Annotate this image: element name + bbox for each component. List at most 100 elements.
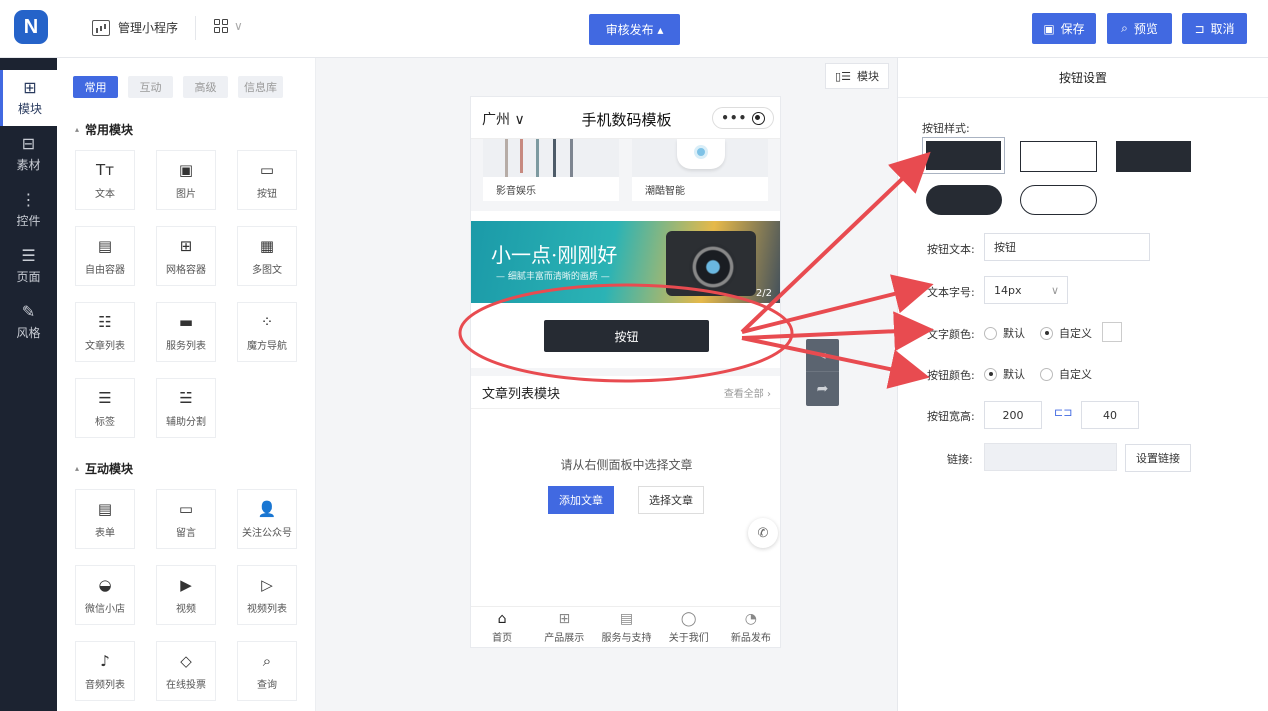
save-button[interactable]: ▣ 保存 <box>1032 13 1096 44</box>
camera-device-image <box>632 139 768 177</box>
nav-style[interactable]: ✎ 风格 <box>0 294 57 350</box>
module-item[interactable]: ⌕ 查询 <box>237 641 297 701</box>
collapse-icon[interactable]: ◂ <box>806 339 839 372</box>
style-option-outline[interactable] <box>1020 141 1097 172</box>
module-item[interactable]: ☰ 标签 <box>75 378 135 438</box>
view-all-link[interactable]: 查看全部 › <box>724 385 771 400</box>
manage-miniprogram-button[interactable]: 管理小程序 <box>92 19 178 36</box>
module-item[interactable]: ▦ 多图文 <box>237 226 297 286</box>
tab-service[interactable]: ▤ 服务与支持 <box>595 607 657 647</box>
button-height-input[interactable]: 40 <box>1081 401 1139 429</box>
tab-advanced[interactable]: 高级 <box>183 76 228 98</box>
style-option-round-outline[interactable] <box>1020 185 1097 215</box>
module-label: 文章列表 <box>85 340 125 352</box>
preview-button-element[interactable]: 按钮 <box>544 320 709 352</box>
category-card[interactable]: 潮酷智能 <box>632 139 768 201</box>
nav-control[interactable]: ⋮ 控件 <box>0 182 57 238</box>
news-icon: ◔ <box>744 611 758 627</box>
nav-page[interactable]: ☰ 页面 <box>0 238 57 294</box>
module-label: 视频列表 <box>247 603 287 615</box>
tab-info-library[interactable]: 信息库 <box>238 76 283 98</box>
style-option-solid[interactable] <box>1116 141 1191 172</box>
module-item[interactable]: ◇ 在线投票 <box>156 641 216 701</box>
module-item[interactable]: Tт 文本 <box>75 150 135 210</box>
select-article-button[interactable]: 选择文章 <box>638 486 704 514</box>
module-label: 辅助分割 <box>166 416 206 428</box>
module-label: 微信小店 <box>85 603 125 615</box>
review-publish-button[interactable]: 审核发布 ▴ <box>589 14 680 45</box>
module-item[interactable]: ⊞ 网格容器 <box>156 226 216 286</box>
preview-button[interactable]: ⌕ 预览 <box>1107 13 1172 44</box>
set-link-button[interactable]: 设置链接 <box>1125 444 1191 472</box>
nav-label: 风格 <box>16 325 41 340</box>
module-item[interactable]: ▭ 按钮 <box>237 150 297 210</box>
tab-about[interactable]: ◯ 关于我们 <box>658 607 720 647</box>
button-width-input[interactable]: 200 <box>984 401 1042 429</box>
module-item[interactable]: ▤ 表单 <box>75 489 135 549</box>
module-item[interactable]: ▬ 服务列表 <box>156 302 216 362</box>
more-icon: ••• <box>721 111 748 125</box>
module-item[interactable]: ▤ 自由容器 <box>75 226 135 286</box>
module-item[interactable]: ▶ 视频 <box>156 565 216 625</box>
banner-carousel[interactable]: 小一点·刚刚好 — 细腻丰富而清晰的画质 — 2/2 <box>471 221 780 303</box>
nav-material[interactable]: ⊟ 素材 <box>0 126 57 182</box>
button-color-custom-radio[interactable]: 自定义 <box>1040 366 1092 382</box>
article-list-module[interactable]: 文章列表模块 查看全部 › 请从右侧面板中选择文章 添加文章 选择文章 <box>471 368 780 605</box>
module-item[interactable]: ▣ 图片 <box>156 150 216 210</box>
module-item[interactable]: ◒ 微信小店 <box>75 565 135 625</box>
tab-news[interactable]: ◔ 新品发布 <box>720 607 780 647</box>
online-vote-icon: ◇ <box>180 651 192 670</box>
text-color-default-radio[interactable]: 默认 <box>984 325 1025 341</box>
section-common[interactable]: 常用模块 <box>75 121 133 138</box>
section-interactive[interactable]: 互动模块 <box>75 460 133 477</box>
tab-home[interactable]: ⌂ 首页 <box>471 607 533 647</box>
link-input[interactable] <box>984 443 1117 471</box>
module-item[interactable]: 👤 关注公众号 <box>237 489 297 549</box>
phone-call-icon[interactable]: ✆ <box>748 518 778 548</box>
link-ratio-icon[interactable]: ⊏⊐ <box>1054 406 1072 419</box>
nav-label: 素材 <box>16 157 41 172</box>
text-icon: Tт <box>96 160 114 179</box>
follow-account-icon: 👤 <box>257 499 277 518</box>
style-wand-icon: ✎ <box>21 301 36 321</box>
text-color-custom-radio[interactable]: 自定义 <box>1040 325 1092 341</box>
button-module[interactable]: 按钮 <box>471 304 780 368</box>
camera-lens <box>689 243 737 291</box>
style-option-selected[interactable] <box>922 137 1005 174</box>
module-item[interactable]: ⁘ 魔方导航 <box>237 302 297 362</box>
tab-interactive[interactable]: 互动 <box>128 76 173 98</box>
share-arrow-icon[interactable]: ➦ <box>806 372 839 405</box>
button-color-label: 按钮颜色: <box>927 369 975 382</box>
add-article-button[interactable]: 添加文章 <box>548 486 614 514</box>
module-toggle-button[interactable]: ▯☰ 模块 <box>825 63 889 89</box>
tab-product[interactable]: ⊞ 产品展示 <box>533 607 595 647</box>
module-item[interactable]: ☱ 辅助分割 <box>156 378 216 438</box>
style-option-round-solid[interactable] <box>926 185 1002 215</box>
module-item[interactable]: ☷ 文章列表 <box>75 302 135 362</box>
module-label: 服务列表 <box>166 340 206 352</box>
module-item[interactable]: ▷ 视频列表 <box>237 565 297 625</box>
module-item[interactable]: ♪ 音频列表 <box>75 641 135 701</box>
module-label: 表单 <box>95 527 115 539</box>
button-icon: ▭ <box>259 160 275 179</box>
module-item[interactable]: ▭ 留言 <box>156 489 216 549</box>
button-color-default-radio[interactable]: 默认 <box>984 366 1025 382</box>
category-card[interactable]: 影音娱乐 <box>483 139 619 201</box>
module-label: 自由容器 <box>85 264 125 276</box>
bar-chart-icon <box>92 19 110 36</box>
module-label: 留言 <box>176 527 196 539</box>
phone-tabbar: ⌂ 首页 ⊞ 产品展示 ▤ 服务与支持 ◯ 关于我们 ◔ 新品发布 <box>471 606 780 647</box>
button-text-input[interactable]: 按钮 <box>984 233 1150 261</box>
nav-label: 控件 <box>16 213 41 228</box>
miniprogram-capsule[interactable]: ••• <box>712 107 774 129</box>
tab-common[interactable]: 常用 <box>73 76 118 98</box>
font-size-value: 14px <box>994 283 1022 297</box>
cancel-button[interactable]: ⊐ 取消 <box>1182 13 1247 44</box>
nav-module[interactable]: ⊞ 模块 <box>0 70 57 126</box>
article-header: 文章列表模块 查看全部 › <box>471 376 780 409</box>
audio-list-icon: ♪ <box>100 651 110 670</box>
app-switcher[interactable]: ∨ <box>214 19 243 33</box>
text-color-picker[interactable] <box>1102 322 1122 342</box>
empty-article-hint: 请从右侧面板中选择文章 <box>560 458 693 472</box>
font-size-select[interactable]: 14px ∨ <box>984 276 1068 304</box>
